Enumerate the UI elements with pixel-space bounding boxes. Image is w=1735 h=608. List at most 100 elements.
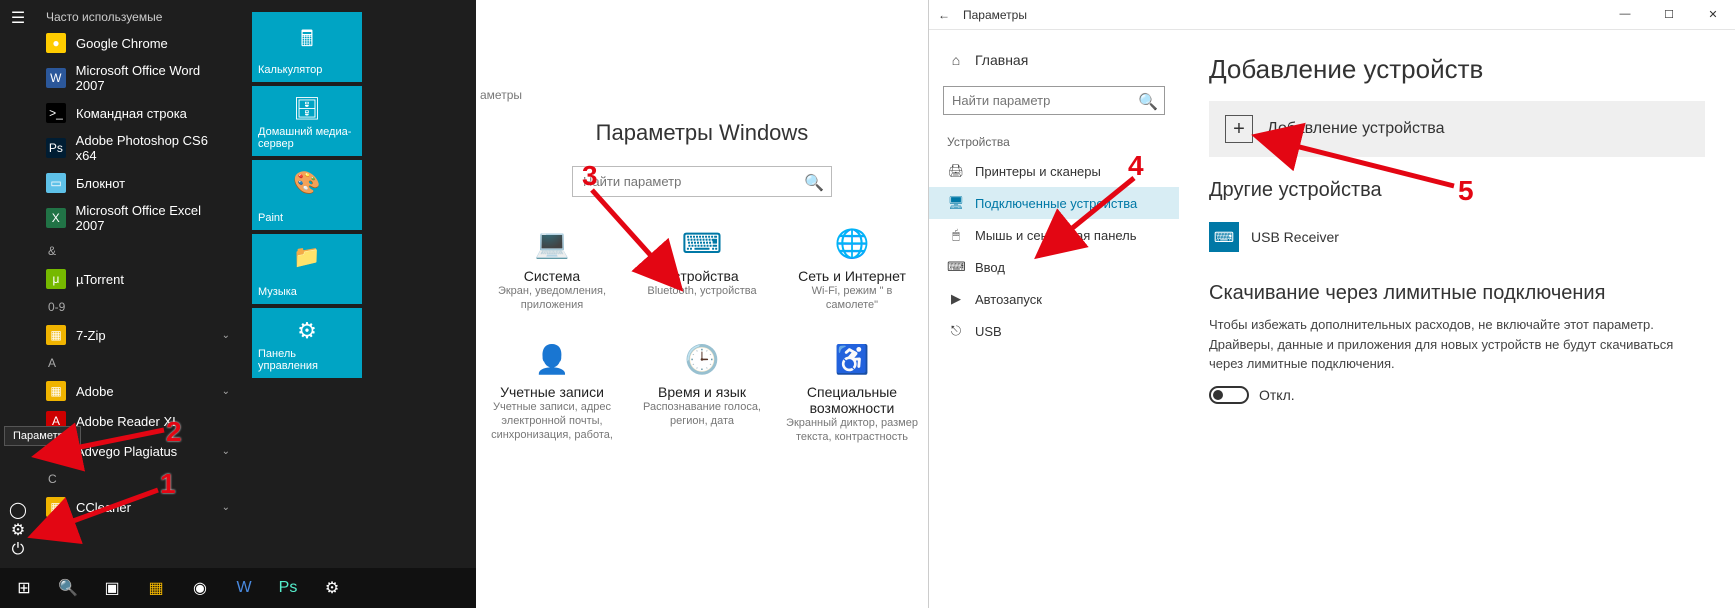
category-subtitle: Учетные записи, адрес электронной почты,… <box>486 400 618 443</box>
settings-category[interactable]: 💻 СистемаЭкран, уведомления, приложения <box>482 217 622 323</box>
app-item[interactable]: W Microsoft Office Word 2007 <box>36 58 240 98</box>
tile-label: Музыка <box>258 286 356 298</box>
start-app-list: Часто используемые ●Google Chrome W Micros… <box>36 0 240 568</box>
sidebar-search-input[interactable] <box>943 86 1165 115</box>
letter-header[interactable]: & <box>36 238 240 264</box>
app-label: Командная строка <box>76 106 187 121</box>
app-icon: W <box>46 68 66 88</box>
settings-search[interactable]: 🔍 <box>572 166 832 197</box>
settings-title: Параметры Windows <box>476 120 928 146</box>
toggle-switch[interactable] <box>1209 386 1249 404</box>
app-icon: ▦ <box>46 325 66 345</box>
taskview-button[interactable]: ▣ <box>92 568 132 608</box>
sidebar-item[interactable]: 🖥Подключенные устройства <box>929 187 1179 219</box>
photoshop-taskbar-icon[interactable]: Ps <box>268 568 308 608</box>
settings-search-input[interactable] <box>572 166 832 197</box>
sidebar-item[interactable]: 🖱Мышь и сенсорная панель <box>929 219 1179 251</box>
explorer-taskbar-icon[interactable]: ▦ <box>136 568 176 608</box>
sidebar-item-icon: 🖥 <box>947 195 965 211</box>
sidebar-item[interactable]: ⌨Ввод <box>929 251 1179 283</box>
app-icon: X <box>46 208 66 228</box>
app-label: Microsoft Office Word 2007 <box>76 63 230 93</box>
app-item[interactable]: ▦Adobe⌄ <box>36 376 240 406</box>
user-icon[interactable]: ◯ <box>8 500 28 520</box>
sidebar-search[interactable]: 🔍 <box>943 86 1165 115</box>
sidebar-item-icon: ⎋ <box>947 323 965 339</box>
chevron-down-icon: ⌄ <box>222 330 230 341</box>
app-icon: >_ <box>46 103 66 123</box>
category-subtitle: Экран, уведомления, приложения <box>486 284 618 313</box>
search-button[interactable]: 🔍 <box>48 568 88 608</box>
app-item[interactable]: XMicrosoft Office Excel 2007 <box>36 198 240 238</box>
word-taskbar-icon[interactable]: W <box>224 568 264 608</box>
tile-label: Домашний медиа-сервер <box>258 126 356 150</box>
sidebar-item[interactable]: ⎋USB <box>929 315 1179 347</box>
app-label: 7-Zip <box>76 328 106 343</box>
start-tile[interactable]: 🎨Paint <box>252 160 362 230</box>
category-subtitle: Экранный диктор, размер текста, контраст… <box>786 416 918 445</box>
app-item[interactable]: ▭ Блокнот <box>36 168 240 198</box>
metered-toggle[interactable]: Откл. <box>1209 386 1705 404</box>
start-tile[interactable]: 🖩Калькулятор <box>252 12 362 82</box>
start-tiles: 🖩Калькулятор🗄Домашний медиа-сервер🎨Paint… <box>240 0 476 568</box>
app-item[interactable]: >_ Командная строка <box>36 98 240 128</box>
start-tile[interactable]: 🗄Домашний медиа-сервер <box>252 86 362 156</box>
category-subtitle: Bluetooth, устройства <box>636 284 768 298</box>
app-icon: ● <box>46 33 66 53</box>
device-row[interactable]: ⌨ USB Receiver <box>1209 212 1705 262</box>
letter-header[interactable]: A <box>36 350 240 376</box>
app-item[interactable]: PsAdobe Photoshop CS6 x64 <box>36 128 240 168</box>
metered-note: Чтобы избежать дополнительных расходов, … <box>1209 315 1705 374</box>
start-tile[interactable]: ⚙Панель управления <box>252 308 362 378</box>
letter-header[interactable]: C <box>36 466 240 492</box>
app-icon: μ <box>46 269 66 289</box>
letter-header[interactable]: 0-9 <box>36 294 240 320</box>
tile-icon: 📁 <box>293 244 320 270</box>
app-label: µTorrent <box>76 272 124 287</box>
home-icon: ⌂ <box>947 52 965 68</box>
settings-category[interactable]: 🕒Время и языкРаспознавание голоса, регио… <box>632 333 772 455</box>
app-icon: ▦ <box>46 497 66 517</box>
heading-metered: Скачивание через лимитные подключения <box>1209 282 1705 305</box>
settings-taskbar-icon[interactable]: ⚙ <box>312 568 352 608</box>
keyboard-icon: ⌨ <box>1209 222 1239 252</box>
hamburger-icon[interactable]: ☰ <box>8 8 28 28</box>
app-item[interactable]: ●Google Chrome <box>36 28 240 58</box>
settings-category[interactable]: ♿ Специальные возможностиЭкранный диктор,… <box>782 333 922 455</box>
settings-icon[interactable]: ⚙ <box>8 520 28 540</box>
app-label: Блокнот <box>76 176 125 191</box>
category-title: Система <box>486 268 618 284</box>
category-icon: 💻 <box>486 227 618 260</box>
heading-add-devices: Добавление устройств <box>1209 54 1705 85</box>
app-item[interactable]: ▦CCleaner⌄ <box>36 492 240 522</box>
settings-category[interactable]: 👤Учетные записиУчетные записи, адрес эле… <box>482 333 622 455</box>
start-tile[interactable]: 📁 Музыка <box>252 234 362 304</box>
minimize-button[interactable]: — <box>1603 8 1647 21</box>
power-icon[interactable]: ⏻ <box>8 540 28 560</box>
sidebar-home[interactable]: ⌂ Главная <box>929 44 1179 76</box>
maximize-button[interactable]: ☐ <box>1647 8 1691 21</box>
app-icon: ▭ <box>46 173 66 193</box>
sidebar-item-label: Автозапуск <box>975 292 1042 307</box>
app-item[interactable]: μ µTorrent <box>36 264 240 294</box>
close-button[interactable]: ✕ <box>1691 8 1735 21</box>
start-button[interactable]: ⊞ <box>4 568 44 608</box>
sidebar-item[interactable]: ▶Автозапуск <box>929 283 1179 315</box>
chrome-taskbar-icon[interactable]: ◉ <box>180 568 220 608</box>
back-button[interactable]: ← <box>929 8 959 22</box>
app-item[interactable]: ▦ 7-Zip ⌄ <box>36 320 240 350</box>
heading-other-devices: Другие устройства <box>1209 179 1705 202</box>
category-title: Специальные возможности <box>786 384 918 416</box>
app-label: Adobe <box>76 384 114 399</box>
frequent-header: Часто используемые <box>36 6 240 28</box>
settings-category[interactable]: ⌨УстройстваBluetooth, устройства <box>632 217 772 323</box>
add-device-button[interactable]: + Добавление устройства <box>1209 101 1705 157</box>
app-label: Advego Plagiatus <box>76 444 177 459</box>
category-icon: 🌐 <box>786 227 918 260</box>
sidebar-item-icon: 🖱 <box>947 227 965 243</box>
category-title: Устройства <box>636 268 768 284</box>
settings-category[interactable]: 🌐Сеть и ИнтернетWi-Fi, режим " в самолет… <box>782 217 922 323</box>
category-icon: ♿ <box>786 343 918 376</box>
callout-number-2: 2 <box>166 416 182 448</box>
app-label: Adobe Photoshop CS6 x64 <box>76 133 230 163</box>
